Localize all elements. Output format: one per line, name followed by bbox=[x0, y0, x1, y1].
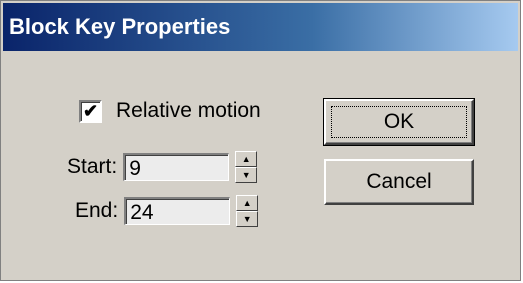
start-spinner[interactable]: ▲ ▼ bbox=[235, 151, 258, 183]
focus-rectangle bbox=[331, 106, 467, 138]
dialog-content: ✔ Relative motion Start: 9 ▲ ▼ End: 24 ▲ bbox=[1, 53, 520, 280]
start-spin-up-button[interactable]: ▲ bbox=[235, 151, 258, 167]
end-input[interactable]: 24 bbox=[124, 197, 231, 225]
cancel-button-label: Cancel bbox=[366, 170, 432, 193]
window-title: Block Key Properties bbox=[9, 14, 231, 39]
end-spin-down-button[interactable]: ▼ bbox=[236, 211, 259, 227]
arrow-down-icon: ▼ bbox=[242, 213, 252, 224]
relative-motion-option[interactable]: ✔ Relative motion bbox=[79, 97, 261, 125]
ok-button[interactable]: OK bbox=[323, 98, 475, 146]
end-field-row: End: 24 ▲ ▼ bbox=[75, 195, 259, 227]
checkmark-icon: ✔ bbox=[82, 100, 99, 121]
start-spin-down-button[interactable]: ▼ bbox=[235, 167, 258, 183]
arrow-up-icon: ▲ bbox=[242, 197, 252, 208]
arrow-down-icon: ▼ bbox=[241, 169, 251, 180]
arrow-up-icon: ▲ bbox=[241, 153, 251, 164]
start-label: Start: bbox=[67, 155, 118, 178]
block-key-properties-dialog: Block Key Properties ✔ Relative motion S… bbox=[0, 0, 521, 281]
cancel-button[interactable]: Cancel bbox=[324, 159, 474, 205]
end-label: End: bbox=[75, 199, 119, 222]
relative-motion-label[interactable]: Relative motion bbox=[116, 99, 261, 123]
start-field-row: Start: 9 ▲ ▼ bbox=[67, 151, 258, 183]
relative-motion-checkbox[interactable]: ✔ bbox=[79, 99, 102, 123]
end-spinner[interactable]: ▲ ▼ bbox=[236, 195, 259, 227]
start-input[interactable]: 9 bbox=[123, 153, 230, 181]
title-bar[interactable]: Block Key Properties bbox=[3, 3, 518, 51]
end-spin-up-button[interactable]: ▲ bbox=[236, 195, 259, 211]
